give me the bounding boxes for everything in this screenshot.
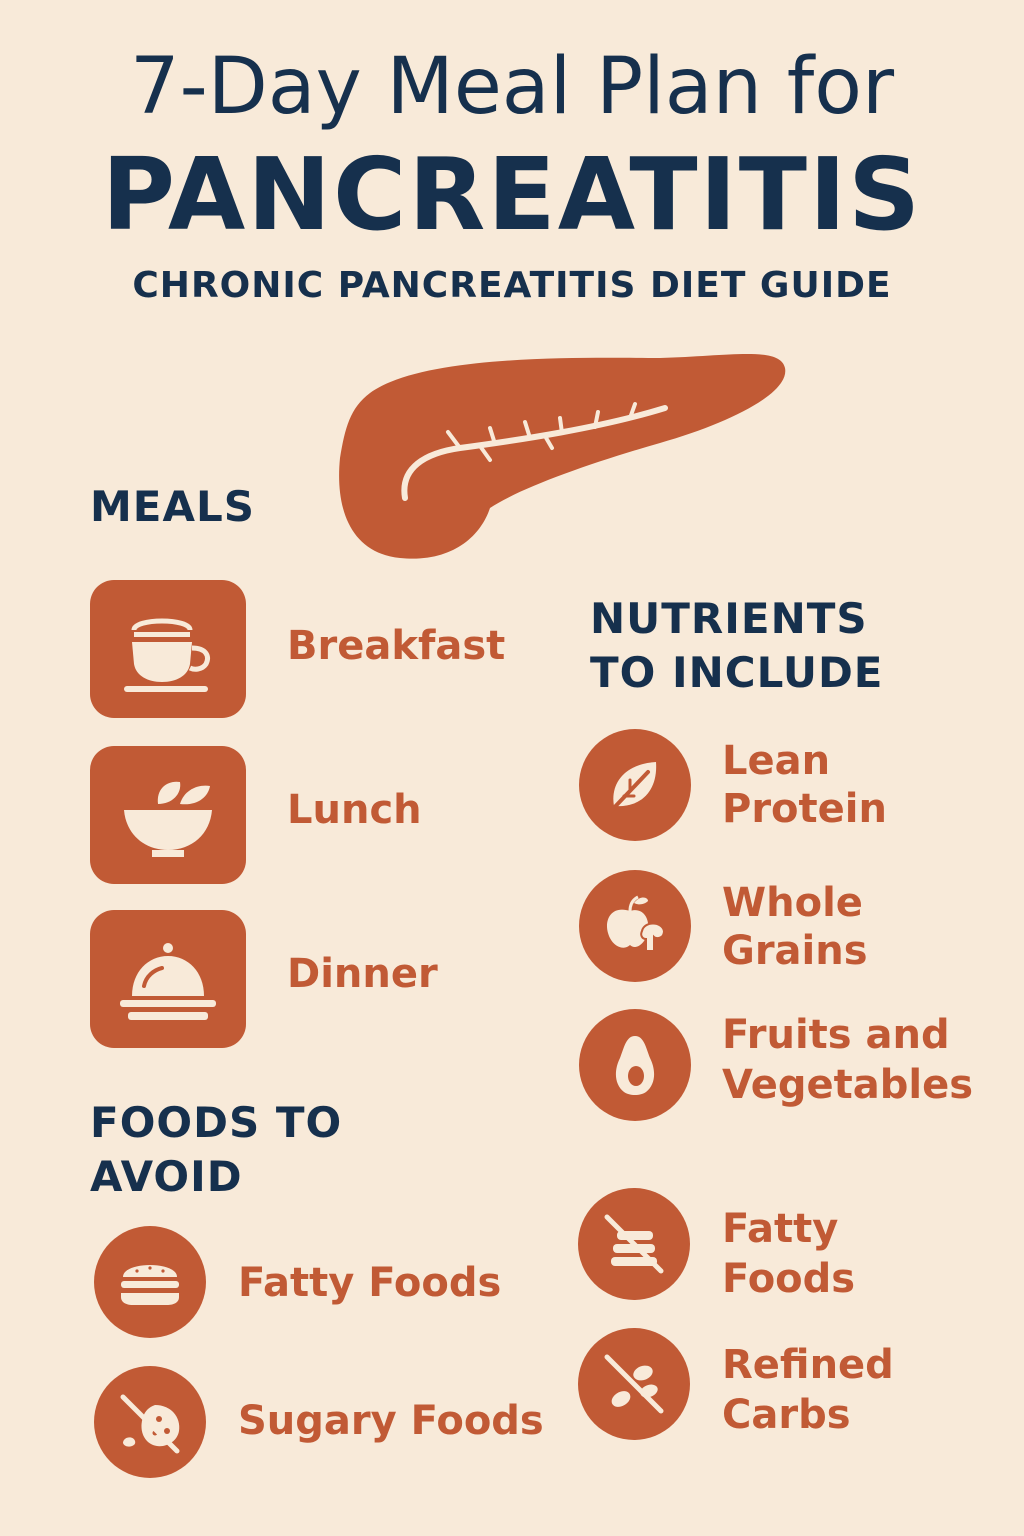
leaf-icon [608, 762, 657, 814]
avoid-sugary-foods-circle[interactable] [94, 1366, 206, 1478]
avoid-heading-line1: FOODS TO [90, 1098, 343, 1147]
avoid-heading-line2: AVOID [90, 1152, 243, 1201]
page-title-line1: 7-Day Meal Plan for [129, 42, 895, 132]
nutrient-label-fatty-line1: Fatty [722, 1206, 839, 1252]
no-pancakes-icon [604, 1214, 664, 1274]
burger-icon [121, 1265, 179, 1305]
avocado-icon [615, 1036, 655, 1095]
lunch-tile[interactable] [90, 746, 246, 884]
avoid-label-sugary-foods: Sugary Foods [238, 1398, 544, 1444]
page-title-line2: PANCREATITIS [101, 136, 923, 253]
nutrient-lean-protein-circle[interactable] [579, 729, 691, 841]
nutrient-label-fruits-line2: Vegetables [722, 1062, 974, 1108]
meal-label-lunch: Lunch [287, 787, 422, 833]
meals-heading: MEALS [90, 482, 256, 531]
no-cookie-icon [120, 1394, 180, 1454]
page-subtitle: CHRONIC PANCREATITIS DIET GUIDE [132, 265, 892, 306]
meal-label-breakfast: Breakfast [287, 623, 506, 669]
nutrient-label-lean-line2: Protein [722, 786, 887, 832]
nutrient-fatty-foods-circle[interactable] [578, 1188, 690, 1300]
nutrient-label-refined-line1: Refined [722, 1342, 894, 1388]
breakfast-tile[interactable] [90, 580, 246, 718]
nutrient-refined-carbs-circle[interactable] [578, 1328, 690, 1440]
nutrient-label-grains-line1: Whole [722, 880, 863, 926]
nutrient-whole-grains-circle[interactable] [579, 870, 691, 982]
cup-icon [124, 618, 210, 692]
dinner-tile[interactable] [90, 910, 246, 1048]
no-bread-icon [604, 1354, 664, 1414]
nutrient-label-refined-line2: Carbs [722, 1392, 851, 1438]
nutrient-label-fruits-line1: Fruits and [722, 1012, 950, 1058]
nutrient-label-grains-line2: Grains [722, 928, 868, 974]
avoid-fatty-foods-circle[interactable] [94, 1226, 206, 1338]
nutrient-fruits-vegetables-circle[interactable] [579, 1009, 691, 1121]
nutrient-label-fatty-line2: Foods [722, 1256, 856, 1302]
nutrients-heading-line1: NUTRIENTS [590, 594, 868, 643]
cloche-icon [120, 943, 216, 1020]
salad-bowl-icon [124, 781, 212, 857]
nutrient-label-lean-line1: Lean [722, 738, 831, 784]
avoid-label-fatty-foods: Fatty Foods [238, 1260, 502, 1306]
nutrients-heading-line2: TO INCLUDE [590, 648, 884, 697]
meal-label-dinner: Dinner [287, 951, 438, 997]
fruit-icon [606, 895, 666, 952]
pancreas-icon [339, 354, 786, 559]
